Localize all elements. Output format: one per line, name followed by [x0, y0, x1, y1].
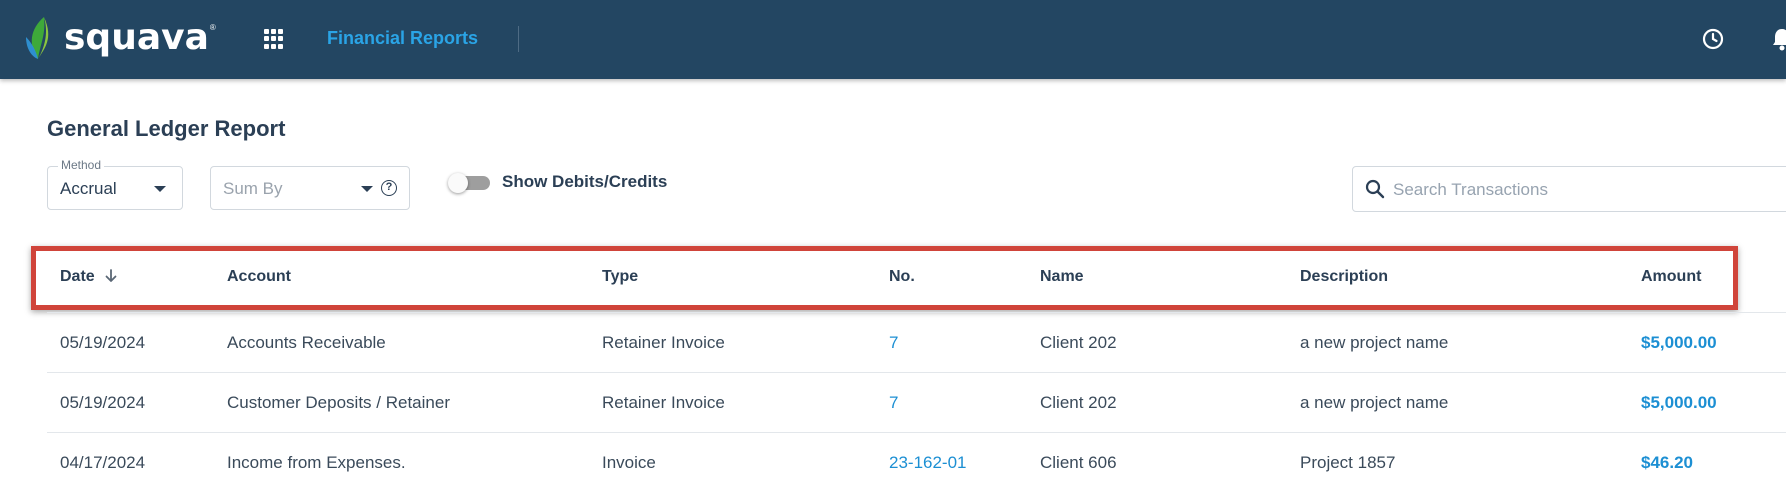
caret-down-icon — [361, 186, 373, 192]
toggle-thumb — [448, 173, 468, 193]
sum-by-select[interactable]: Sum By ? — [210, 166, 410, 210]
caret-down-icon — [154, 186, 166, 192]
apps-grid-icon[interactable] — [264, 29, 284, 49]
bell-icon[interactable] — [1772, 27, 1786, 51]
toggle-label: Show Debits/Credits — [502, 172, 668, 191]
cell-no-link[interactable]: 7 — [889, 333, 898, 353]
leaf-logo-icon — [26, 17, 49, 59]
cell-name: Client 202 — [1040, 333, 1117, 352]
row-divider — [47, 312, 1786, 313]
cell-type: Retainer Invoice — [602, 393, 725, 412]
search-icon — [1365, 179, 1385, 199]
top-bar: squava ® Financial Reports — [0, 0, 1786, 79]
cell-account: Customer Deposits / Retainer — [227, 393, 450, 412]
sum-by-placeholder: Sum By — [223, 179, 283, 198]
cell-amount-link[interactable]: $5,000.00 — [1641, 333, 1717, 353]
page-title: General Ledger Report — [47, 116, 286, 141]
cell-no-link[interactable]: 23-162-01 — [889, 453, 967, 473]
cell-description: a new project name — [1300, 393, 1449, 412]
cell-account: Accounts Receivable — [227, 333, 386, 352]
cell-date: 05/19/2024 — [60, 333, 146, 352]
row-divider — [47, 372, 1786, 373]
cell-date: 05/19/2024 — [60, 393, 146, 412]
cell-type: Invoice — [602, 453, 656, 472]
module-title-link[interactable]: Financial Reports — [327, 28, 478, 49]
cell-type: Retainer Invoice — [602, 333, 725, 352]
cell-name: Client 202 — [1040, 393, 1117, 412]
method-label: Method — [58, 158, 105, 172]
cell-date: 04/17/2024 — [60, 453, 146, 472]
squava-logo[interactable]: squava ® — [24, 13, 216, 63]
method-select[interactable]: Method Accrual — [47, 158, 183, 210]
cell-account: Income from Expenses. — [227, 453, 406, 472]
clock-icon[interactable] — [1702, 28, 1724, 50]
row-divider — [47, 432, 1786, 433]
cell-name: Client 606 — [1040, 453, 1117, 472]
logo-text: squava — [64, 17, 209, 58]
header-highlight-annotation — [31, 246, 1738, 310]
header-divider — [518, 26, 519, 52]
help-icon[interactable]: ? — [381, 180, 397, 196]
search-input[interactable] — [1391, 167, 1786, 213]
debits-credits-toggle[interactable] — [448, 173, 490, 193]
method-value: Accrual — [60, 179, 117, 198]
search-box — [1352, 166, 1786, 213]
cell-description: a new project name — [1300, 333, 1449, 352]
cell-description: Project 1857 — [1300, 453, 1396, 472]
cell-amount-link[interactable]: $5,000.00 — [1641, 393, 1717, 413]
cell-no-link[interactable]: 7 — [889, 393, 898, 413]
cell-amount-link[interactable]: $46.20 — [1641, 453, 1693, 473]
registered-mark: ® — [209, 23, 216, 32]
